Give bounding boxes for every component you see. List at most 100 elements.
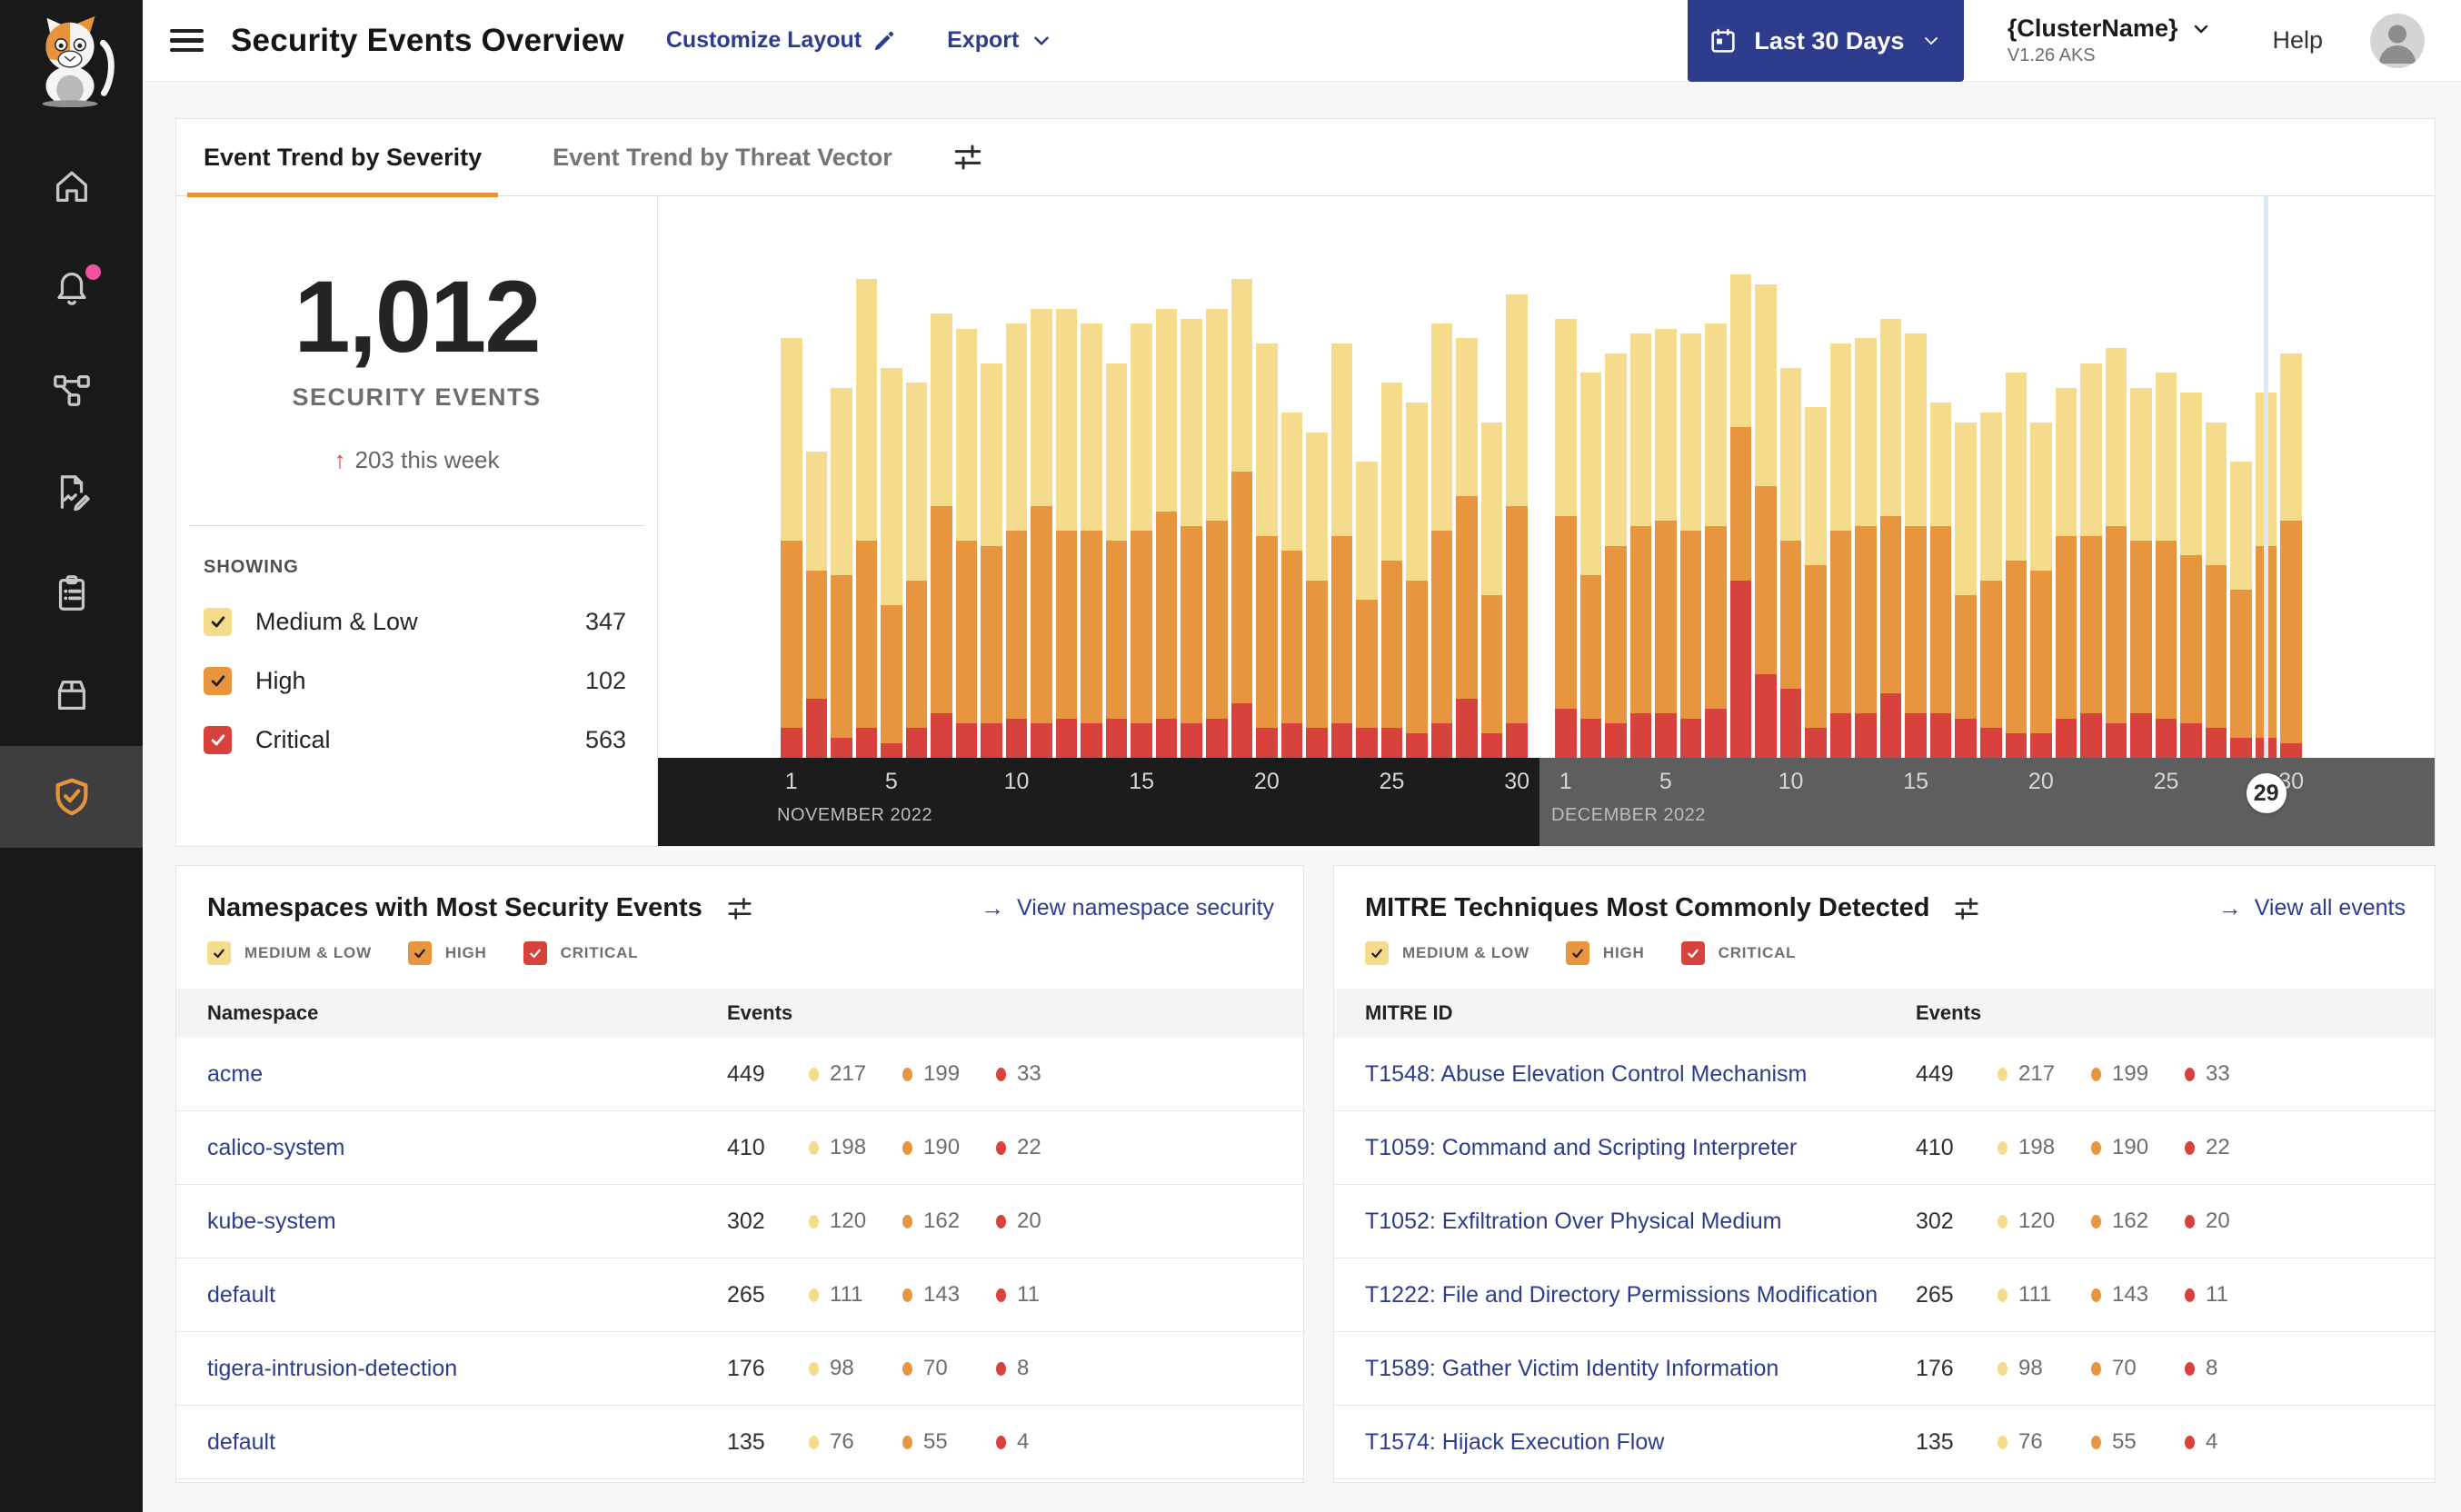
chart-bar-dec-30[interactable] xyxy=(2280,353,2302,758)
sidebar-item-policies[interactable] xyxy=(0,441,143,542)
filter-critical[interactable]: CRITICAL xyxy=(1680,941,1797,965)
medium-low-checkbox[interactable] xyxy=(1365,941,1389,965)
chart-bar-dec-20[interactable] xyxy=(2030,422,2052,758)
chart-bar-nov-29[interactable] xyxy=(1480,422,1503,758)
chart-bar-dec-19[interactable] xyxy=(2005,373,2028,758)
chart-bar-nov-26[interactable] xyxy=(1406,403,1428,758)
chart-bar-nov-13[interactable] xyxy=(1081,323,1102,758)
chart-bar-dec-13[interactable] xyxy=(1855,338,1877,758)
high-checkbox[interactable] xyxy=(407,941,432,965)
namespaces-filter-button[interactable] xyxy=(726,895,753,922)
chart-bar-nov-3[interactable] xyxy=(831,387,852,758)
date-range-button[interactable]: Last 30 Days xyxy=(1687,0,1964,82)
sidebar-item-threat-defense[interactable] xyxy=(0,746,143,848)
chart-bar-nov-18[interactable] xyxy=(1206,308,1228,758)
calico-cat-logo[interactable] xyxy=(18,7,125,109)
sidebar-item-home[interactable] xyxy=(0,135,143,237)
chart-bar-dec-3[interactable] xyxy=(1605,353,1627,758)
customize-layout-button[interactable]: Customize Layout xyxy=(666,27,896,54)
mitre-technique-link-5[interactable]: T1574: Hijack Execution Flow xyxy=(1365,1429,1664,1455)
chart-bar-dec-24[interactable] xyxy=(2130,387,2152,758)
filter-medium-low[interactable]: MEDIUM & LOW xyxy=(1365,941,1529,965)
chart-bar-nov-19[interactable] xyxy=(1230,279,1253,758)
namespace-link-1[interactable]: calico-system xyxy=(207,1135,344,1160)
chart-bar-dec-5[interactable] xyxy=(1655,328,1677,758)
filter-high[interactable]: HIGH xyxy=(407,941,487,965)
chart-bar-dec-8[interactable] xyxy=(1729,274,1752,758)
chart-bar-nov-10[interactable] xyxy=(1005,323,1028,758)
chart-bar-dec-23[interactable] xyxy=(2105,348,2127,758)
chart-bar-dec-6[interactable] xyxy=(1679,333,1702,758)
critical-checkbox[interactable] xyxy=(1680,941,1705,965)
chart-bar-nov-1[interactable] xyxy=(781,338,802,758)
chart-bar-dec-1[interactable] xyxy=(1555,318,1577,758)
medium-low-checkbox[interactable] xyxy=(204,607,232,636)
namespace-link-4[interactable]: tigera-intrusion-detection xyxy=(207,1356,457,1381)
chart-bar-nov-30[interactable] xyxy=(1506,293,1528,758)
chart-bar-dec-14[interactable] xyxy=(1879,318,1902,758)
chart-bar-nov-15[interactable] xyxy=(1131,323,1152,758)
namespace-link-3[interactable]: default xyxy=(207,1282,275,1308)
tab-event-trend-by-severity[interactable]: Event Trend by Severity xyxy=(187,119,499,197)
chart-bar-dec-4[interactable] xyxy=(1629,333,1652,758)
chart-bar-nov-21[interactable] xyxy=(1280,412,1303,758)
sidebar-item-images[interactable] xyxy=(0,644,143,746)
view-namespace-security-link[interactable]: → View namespace security xyxy=(981,894,1274,922)
filter-critical[interactable]: CRITICAL xyxy=(523,941,639,965)
chart-settings-button[interactable] xyxy=(952,142,983,173)
export-button[interactable]: Export xyxy=(947,27,1053,54)
chart-bar-dec-7[interactable] xyxy=(1705,323,1727,758)
chart-bar-nov-9[interactable] xyxy=(981,363,1002,758)
chart-bar-dec-11[interactable] xyxy=(1805,407,1827,758)
selected-day-badge[interactable]: 29 xyxy=(2246,773,2287,813)
chart-bar-nov-14[interactable] xyxy=(1105,363,1128,758)
chart-bar-nov-24[interactable] xyxy=(1356,462,1378,758)
namespace-link-2[interactable]: kube-system xyxy=(207,1209,336,1234)
chart-bar-dec-21[interactable] xyxy=(2055,387,2077,758)
chart-bar-dec-27[interactable] xyxy=(2205,422,2227,758)
chart-bar-nov-17[interactable] xyxy=(1181,318,1202,758)
chart-bar-dec-16[interactable] xyxy=(1929,403,1952,758)
hamburger-menu-button[interactable] xyxy=(170,28,204,53)
critical-checkbox[interactable] xyxy=(523,941,547,965)
chart-bar-dec-18[interactable] xyxy=(1980,412,2002,758)
chart-bar-dec-12[interactable] xyxy=(1829,343,1852,758)
filter-medium-low[interactable]: MEDIUM & LOW xyxy=(207,941,372,965)
high-checkbox[interactable] xyxy=(1565,941,1589,965)
mitre-technique-link-2[interactable]: T1052: Exfiltration Over Physical Medium xyxy=(1365,1209,1782,1234)
mitre-technique-link-0[interactable]: T1548: Abuse Elevation Control Mechanism xyxy=(1365,1061,1807,1087)
chart-bar-nov-8[interactable] xyxy=(955,328,978,758)
mitre-technique-link-3[interactable]: T1222: File and Directory Permissions Mo… xyxy=(1365,1282,1878,1308)
tab-event-trend-by-threat-vector[interactable]: Event Trend by Threat Vector xyxy=(536,119,909,196)
mitre-technique-link-1[interactable]: T1059: Command and Scripting Interpreter xyxy=(1365,1135,1797,1160)
chart-bar-dec-25[interactable] xyxy=(2155,373,2177,758)
chart-bar-nov-6[interactable] xyxy=(905,383,928,758)
cluster-selector[interactable]: {ClusterName} V1.26 AKS xyxy=(2008,15,2213,66)
high-checkbox[interactable] xyxy=(204,666,232,695)
namespace-link-5[interactable]: default xyxy=(207,1429,275,1455)
help-link[interactable]: Help xyxy=(2272,26,2323,55)
chart-bar-nov-4[interactable] xyxy=(855,279,878,758)
mitre-filter-button[interactable] xyxy=(1953,895,1980,922)
chart-bar-dec-10[interactable] xyxy=(1779,368,1802,758)
chart-bar-dec-2[interactable] xyxy=(1579,373,1602,758)
chart-bar-dec-26[interactable] xyxy=(2180,393,2202,758)
sidebar-item-alerts[interactable] xyxy=(0,237,143,339)
chart-bar-dec-9[interactable] xyxy=(1755,284,1777,758)
chart-bar-nov-20[interactable] xyxy=(1256,343,1278,758)
critical-checkbox[interactable] xyxy=(204,725,232,754)
chart-bar-nov-11[interactable] xyxy=(1031,308,1052,758)
chart-bar-nov-2[interactable] xyxy=(805,452,828,758)
chart-bar-nov-25[interactable] xyxy=(1380,383,1403,758)
sidebar-item-service-graph[interactable] xyxy=(0,339,143,441)
view-all-events-link[interactable]: → View all events xyxy=(2218,894,2406,922)
chart-bar-nov-28[interactable] xyxy=(1456,338,1478,758)
chart-bar-dec-28[interactable] xyxy=(2230,462,2252,758)
filter-high[interactable]: HIGH xyxy=(1565,941,1645,965)
sidebar-item-compliance[interactable] xyxy=(0,542,143,644)
chart-bar-dec-17[interactable] xyxy=(1955,422,1977,758)
chart-bar-nov-16[interactable] xyxy=(1155,308,1178,758)
namespace-link-0[interactable]: acme xyxy=(207,1061,263,1087)
chart-bar-nov-22[interactable] xyxy=(1306,432,1328,758)
chart-bar-nov-5[interactable] xyxy=(881,368,902,758)
